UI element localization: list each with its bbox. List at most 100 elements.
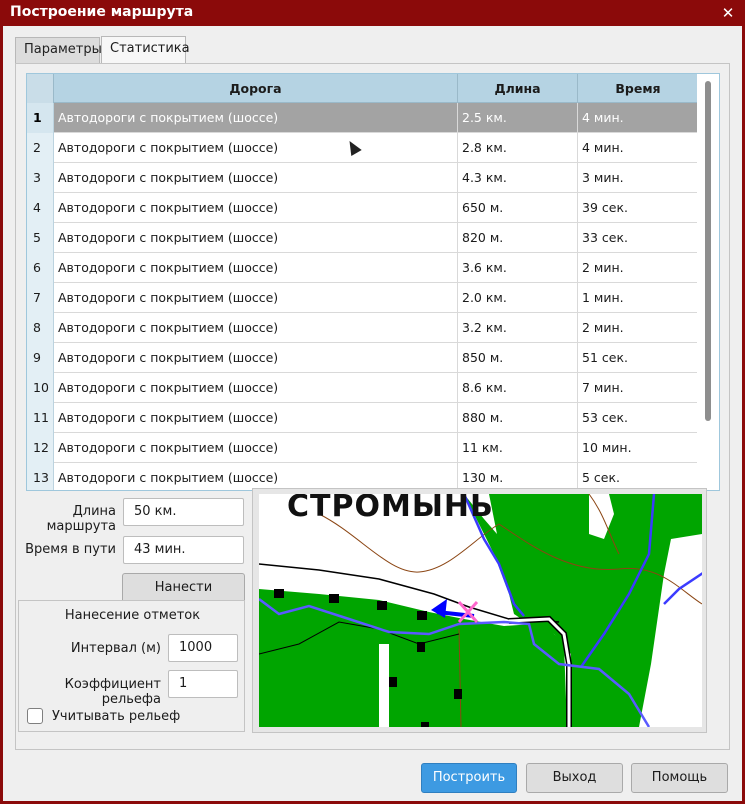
cell-time: 2 мин. — [582, 260, 624, 275]
dialog-body: Параметры Статистика Дорога Длина Время … — [3, 26, 742, 801]
route-length-label: Длина маршрута — [46, 504, 116, 534]
cell-road: Автодороги с покрытием (шоссе) — [54, 343, 458, 373]
tab-statistics[interactable]: Статистика — [101, 36, 190, 63]
cell-length: 820 м. — [458, 223, 578, 253]
table-header: Дорога Длина Время — [27, 74, 698, 103]
travel-time-field[interactable]: 43 мин. — [123, 536, 244, 564]
cell-road: Автодороги с покрытием (шоссе) — [54, 253, 458, 283]
map-canvas: СТРОМЫНЬ — [259, 494, 702, 727]
table-row[interactable]: 8 Автодороги с покрытием (шоссе) 3.2 км. 2 … — [27, 313, 698, 343]
route-segments-table[interactable]: Дорога Длина Время 1 Автодороги с покрыти… — [26, 73, 720, 491]
close-icon[interactable]: ✕ — [720, 5, 736, 21]
table-row[interactable]: 7 Автодороги с покрытием (шоссе) 2.0 км. 1 … — [27, 283, 698, 313]
cell-road: Автодороги с покрытием (шоссе) — [54, 313, 458, 343]
cell-road: Автодороги с покрытием (шоссе) — [54, 463, 458, 490]
table-row[interactable]: 11 Автодороги с покрытием (шоссе) 880 м. 53… — [27, 403, 698, 433]
scrollbar-thumb[interactable] — [705, 81, 711, 421]
relief-coef-label: Коэффициент рельефа — [64, 677, 161, 707]
tab-parameters[interactable]: Параметры — [15, 37, 102, 63]
row-number: 1 — [27, 103, 54, 133]
cell-length: 650 м. — [458, 193, 578, 223]
cell-road: Автодороги с покрытием (шоссе) — [54, 403, 458, 433]
build-button[interactable]: Построить — [421, 763, 517, 793]
table-row[interactable]: 3 Автодороги с покрытием (шоссе) 4.3 км. 3 … — [27, 163, 698, 193]
title-bar[interactable]: Построение маршрута ✕ — [0, 0, 745, 26]
building-6 — [389, 677, 397, 687]
building-5 — [417, 642, 425, 652]
help-button[interactable]: Помощь — [631, 763, 728, 793]
cell-length: 3.2 км. — [458, 313, 578, 343]
consider-relief-checkbox[interactable] — [27, 708, 43, 724]
building-7 — [454, 689, 462, 699]
cell-road: Автодороги с покрытием (шоссе) — [54, 433, 458, 463]
cell-road: Автодороги с покрытием (шоссе) — [54, 163, 458, 193]
route-builder-window: Построение маршрута ✕ Параметры Статисти… — [0, 0, 745, 804]
cell-time: 53 сек. — [582, 410, 628, 425]
interval-label: Интервал (м) — [70, 641, 161, 656]
cell-road: Автодороги с покрытием (шоссе) — [54, 133, 458, 163]
cell-road: Автодороги с покрытием (шоссе) — [54, 283, 458, 313]
cell-time: 4 мин. — [582, 140, 624, 155]
table-row[interactable]: 1 Автодороги с покрытием (шоссе) 2.5 км. 4 … — [27, 103, 698, 133]
cell-time: 7 мин. — [582, 380, 624, 395]
cell-time: 51 сек. — [582, 350, 628, 365]
exit-button[interactable]: Выход — [526, 763, 623, 793]
cell-length: 8.6 км. — [458, 373, 578, 403]
table-row[interactable]: 5 Автодороги с покрытием (шоссе) 820 м. 33 … — [27, 223, 698, 253]
cell-length: 850 м. — [458, 343, 578, 373]
cell-time: 10 мин. — [582, 440, 632, 455]
cell-time: 2 мин. — [582, 320, 624, 335]
table-row[interactable]: 13 Автодороги с покрытием (шоссе) 130 м. 5 … — [27, 463, 698, 490]
cell-time: 3 мин. — [582, 170, 624, 185]
clearing-1 — [379, 644, 389, 727]
row-number: 2 — [27, 133, 54, 163]
cell-length: 11 км. — [458, 433, 578, 463]
cell-road: Автодороги с покрытием (шоссе) — [54, 373, 458, 403]
cell-time: 5 сек. — [582, 470, 621, 485]
row-number: 11 — [27, 403, 54, 433]
building-8 — [421, 722, 429, 727]
relief-coef-field[interactable]: 1 — [168, 670, 238, 698]
building-3 — [377, 601, 387, 610]
table-row[interactable]: 12 Автодороги с покрытием (шоссе) 11 км. 10… — [27, 433, 698, 463]
table-row[interactable]: 10 Автодороги с покрытием (шоссе) 8.6 км. 7… — [27, 373, 698, 403]
consider-relief-label[interactable]: Учитывать рельеф — [52, 709, 180, 724]
row-number: 9 — [27, 343, 54, 373]
row-number: 13 — [27, 463, 54, 490]
building-2 — [329, 594, 339, 603]
cell-length: 880 м. — [458, 403, 578, 433]
plot-route-button[interactable]: Нанести маршрут — [122, 573, 245, 623]
cell-length: 2.8 км. — [458, 133, 578, 163]
cell-time: 39 сек. — [582, 200, 628, 215]
place-name-label: СТРОМЫНЬ — [287, 494, 494, 524]
marks-group-title: Нанесение отметок — [64, 608, 201, 623]
header-corner — [27, 74, 54, 103]
interval-field[interactable]: 1000 — [168, 634, 238, 662]
route-length-field[interactable]: 50 км. — [123, 498, 244, 526]
travel-time-label: Время в пути — [25, 542, 116, 557]
cell-length: 3.6 км. — [458, 253, 578, 283]
header-road[interactable]: Дорога — [54, 74, 458, 103]
cell-road: Автодороги с покрытием (шоссе) — [54, 193, 458, 223]
building-1 — [274, 589, 284, 598]
cell-time: 4 мин. — [582, 110, 624, 125]
table-scrollbar[interactable] — [697, 74, 719, 490]
table-row[interactable]: 4 Автодороги с покрытием (шоссе) 650 м. 39 … — [27, 193, 698, 223]
table-row[interactable]: 9 Автодороги с покрытием (шоссе) 850 м. 51 … — [27, 343, 698, 373]
cell-length: 4.3 км. — [458, 163, 578, 193]
row-number: 12 — [27, 433, 54, 463]
building-4 — [417, 611, 427, 620]
cell-length: 2.5 км. — [458, 103, 578, 133]
row-number: 4 — [27, 193, 54, 223]
header-length[interactable]: Длина — [458, 74, 578, 103]
cell-length: 130 м. — [458, 463, 578, 490]
row-number: 8 — [27, 313, 54, 343]
row-number: 3 — [27, 163, 54, 193]
cell-road: Автодороги с покрытием (шоссе) — [54, 103, 458, 133]
table-row[interactable]: 2 Автодороги с покрытием (шоссе) 2.8 км. 4 … — [27, 133, 698, 163]
map-preview[interactable]: СТРОМЫНЬ — [259, 494, 702, 727]
header-time[interactable]: Время — [578, 74, 698, 103]
table-row[interactable]: 6 Автодороги с покрытием (шоссе) 3.6 км. 2 … — [27, 253, 698, 283]
cell-length: 2.0 км. — [458, 283, 578, 313]
map-preview-frame: СТРОМЫНЬ — [252, 488, 707, 733]
